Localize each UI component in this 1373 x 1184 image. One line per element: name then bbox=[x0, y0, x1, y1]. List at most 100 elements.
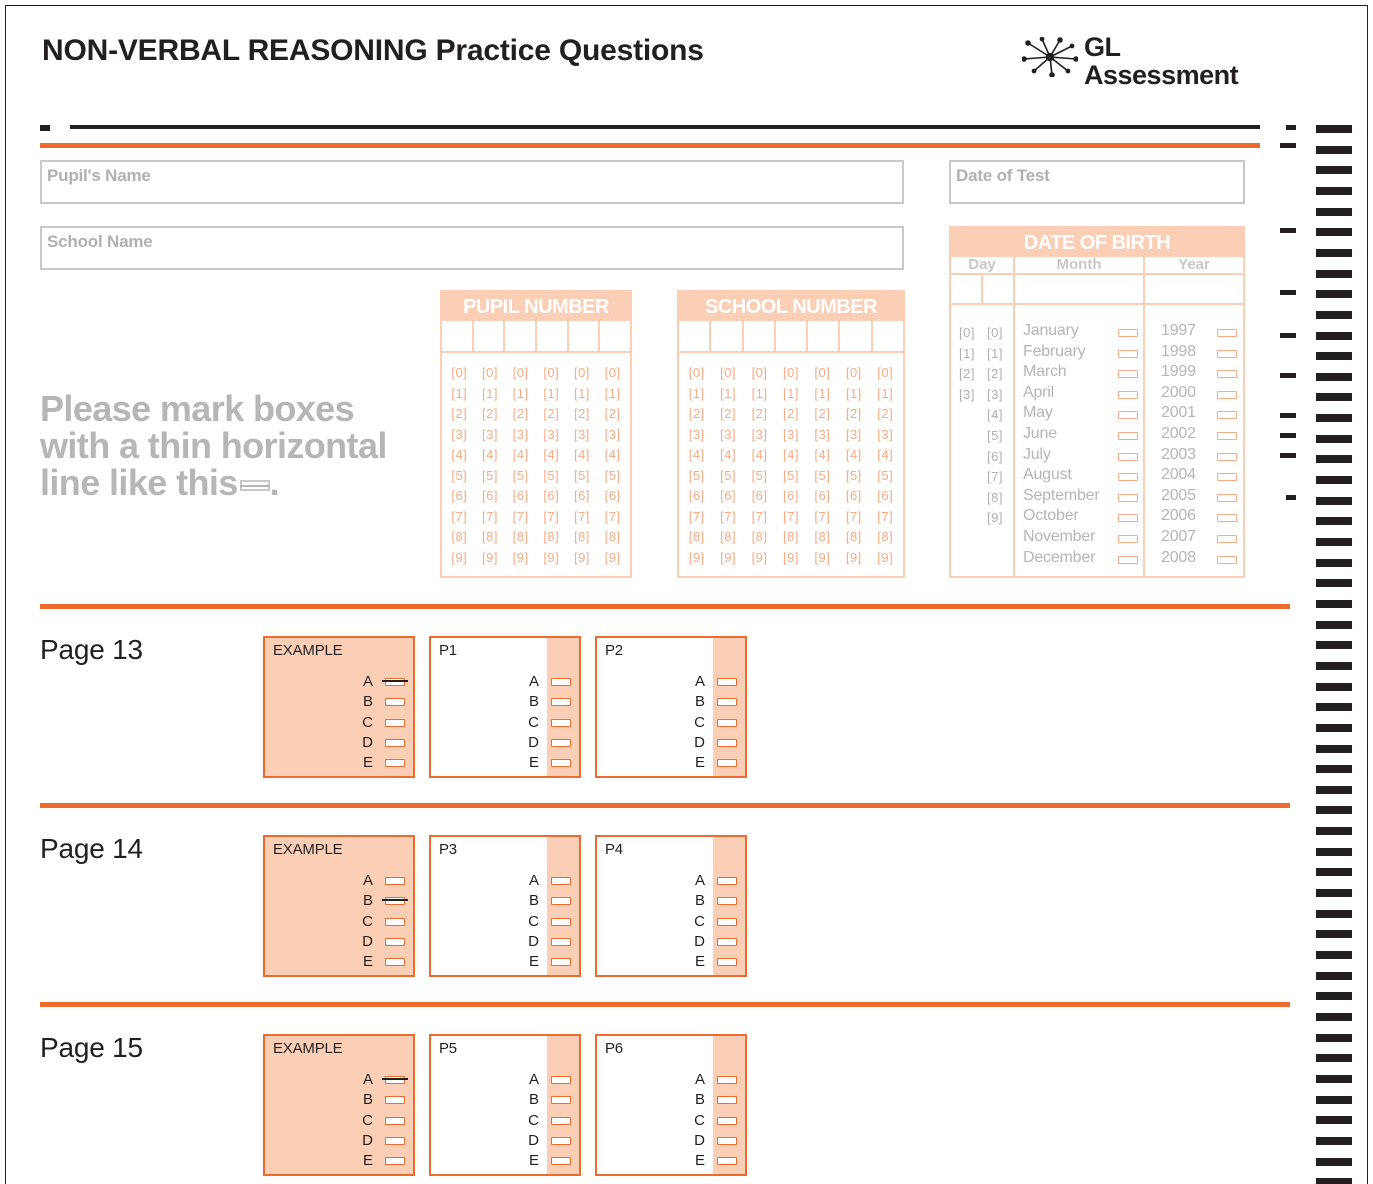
pupil-number-digit-box[interactable]: [9] bbox=[605, 548, 621, 569]
school-number-digit-box[interactable]: [8] bbox=[783, 527, 799, 548]
pupil-number-digit-box[interactable]: [9] bbox=[574, 548, 590, 569]
dob-day-units-box[interactable]: [1] bbox=[987, 346, 1003, 361]
pupil-number-digit-box[interactable]: [0] bbox=[605, 363, 621, 384]
pupil-number-digit-box[interactable]: [0] bbox=[451, 363, 467, 384]
answer-option-row[interactable]: E bbox=[265, 952, 413, 972]
pupil-number-digit-box[interactable]: [3] bbox=[574, 425, 590, 446]
answer-box[interactable] bbox=[551, 958, 571, 967]
answer-box[interactable] bbox=[551, 678, 571, 686]
dob-year-box[interactable] bbox=[1217, 493, 1237, 502]
answer-option-row[interactable]: D bbox=[431, 932, 579, 952]
school-number-digit-box[interactable]: [3] bbox=[877, 425, 893, 446]
answer-box[interactable] bbox=[717, 1116, 737, 1125]
answer-box[interactable] bbox=[385, 937, 405, 946]
school-number-digit-box[interactable]: [0] bbox=[720, 363, 736, 384]
school-number-digit-box[interactable]: [8] bbox=[689, 527, 705, 548]
dob-year-box[interactable] bbox=[1217, 432, 1237, 440]
answer-option-row[interactable]: A bbox=[597, 1070, 745, 1090]
answer-option-row[interactable]: B bbox=[265, 1090, 413, 1110]
dob-day-units-box[interactable]: [0] bbox=[987, 325, 1003, 340]
answer-option-row[interactable]: C bbox=[597, 713, 745, 733]
school-number-digit-box[interactable]: [1] bbox=[846, 384, 862, 405]
school-number-digit-box[interactable]: [9] bbox=[689, 548, 705, 569]
dob-month-box[interactable] bbox=[1118, 493, 1138, 502]
dob-year-box[interactable] bbox=[1217, 411, 1237, 420]
pupil-number-digit-box[interactable]: [1] bbox=[482, 384, 498, 405]
pupil-number-digit-box[interactable]: [2] bbox=[605, 404, 621, 425]
answer-box[interactable] bbox=[717, 1096, 737, 1105]
pupil-number-digit-box[interactable]: [6] bbox=[482, 486, 498, 507]
school-number-digit-box[interactable]: [7] bbox=[814, 507, 830, 528]
dob-year-box[interactable] bbox=[1217, 473, 1237, 482]
school-number-digit-box[interactable]: [8] bbox=[877, 527, 893, 548]
school-number-digit-box[interactable]: [1] bbox=[814, 384, 830, 405]
school-number-digit-box[interactable]: [4] bbox=[846, 445, 862, 466]
school-number-digit-box[interactable]: [9] bbox=[720, 548, 736, 569]
answer-option-row[interactable]: C bbox=[265, 1111, 413, 1131]
answer-box[interactable] bbox=[385, 1157, 405, 1166]
pupil-number-digit-box[interactable]: [2] bbox=[543, 404, 559, 425]
school-number-digit-box[interactable]: [9] bbox=[752, 548, 768, 569]
school-number-digit-box[interactable]: [7] bbox=[720, 507, 736, 528]
answer-option-row[interactable]: B bbox=[265, 692, 413, 712]
pupil-number-digit-box[interactable]: [1] bbox=[451, 384, 467, 405]
answer-option-row[interactable]: A bbox=[265, 672, 413, 692]
dob-day-units-box[interactable]: [4] bbox=[987, 407, 1003, 422]
marked-answer-box[interactable] bbox=[382, 897, 408, 906]
school-number-digit-box[interactable]: [9] bbox=[783, 548, 799, 569]
dob-year-box[interactable] bbox=[1217, 514, 1237, 523]
answer-box[interactable] bbox=[551, 698, 571, 707]
school-number-digit-box[interactable]: [1] bbox=[720, 384, 736, 405]
school-number-digit-box[interactable]: [4] bbox=[814, 445, 830, 466]
school-number-digit-box[interactable]: [2] bbox=[783, 404, 799, 425]
dob-month-box[interactable] bbox=[1118, 473, 1138, 482]
pupil-number-digit-box[interactable]: [8] bbox=[451, 527, 467, 548]
school-number-digit-box[interactable]: [2] bbox=[877, 404, 893, 425]
pupil-number-digit-box[interactable]: [9] bbox=[482, 548, 498, 569]
school-number-digit-box[interactable]: [0] bbox=[783, 363, 799, 384]
school-number-entry-cells[interactable] bbox=[679, 321, 903, 353]
pupil-number-digit-box[interactable]: [4] bbox=[451, 445, 467, 466]
answer-option-row[interactable]: D bbox=[265, 932, 413, 952]
school-number-digit-box[interactable]: [0] bbox=[689, 363, 705, 384]
pupil-number-digit-box[interactable]: [2] bbox=[513, 404, 529, 425]
dob-day-units-box[interactable]: [8] bbox=[987, 490, 1003, 505]
answer-option-row[interactable]: B bbox=[431, 692, 579, 712]
school-number-digit-box[interactable]: [7] bbox=[846, 507, 862, 528]
school-number-column[interactable]: [0] [1] [2] [3] [4] [5] [6] [7] [8] [9] bbox=[877, 363, 893, 568]
pupil-number-column[interactable]: [0] [1] [2] [3] [4] [5] [6] [7] [8] [9] bbox=[574, 363, 590, 568]
school-number-digit-box[interactable]: [5] bbox=[877, 466, 893, 487]
dob-day-units-box[interactable]: [6] bbox=[987, 449, 1003, 464]
pupil-number-column[interactable]: [0] [1] [2] [3] [4] [5] [6] [7] [8] [9] bbox=[482, 363, 498, 568]
answer-option-row[interactable]: B bbox=[431, 1090, 579, 1110]
school-number-digit-box[interactable]: [2] bbox=[720, 404, 736, 425]
answer-box[interactable] bbox=[717, 1076, 737, 1084]
school-number-digit-box[interactable]: [0] bbox=[877, 363, 893, 384]
answer-option-row[interactable]: D bbox=[597, 932, 745, 952]
dob-day-units-box[interactable]: [7] bbox=[987, 469, 1003, 484]
pupil-number-digit-box[interactable]: [3] bbox=[543, 425, 559, 446]
answer-option-row[interactable]: C bbox=[431, 1111, 579, 1131]
answer-box[interactable] bbox=[551, 1096, 571, 1105]
school-number-digit-box[interactable]: [5] bbox=[846, 466, 862, 487]
school-number-digit-box[interactable]: [6] bbox=[783, 486, 799, 507]
school-number-digit-box[interactable]: [0] bbox=[752, 363, 768, 384]
pupil-number-digit-box[interactable]: [3] bbox=[513, 425, 529, 446]
answer-box[interactable] bbox=[551, 1116, 571, 1125]
answer-option-row[interactable]: A bbox=[431, 672, 579, 692]
answer-box[interactable] bbox=[385, 698, 405, 707]
pupil-number-digit-box[interactable]: [9] bbox=[543, 548, 559, 569]
pupil-number-digit-box[interactable]: [7] bbox=[451, 507, 467, 528]
answer-option-row[interactable]: E bbox=[265, 1151, 413, 1171]
pupil-number-digit-box[interactable]: [7] bbox=[574, 507, 590, 528]
school-number-digit-box[interactable]: [7] bbox=[689, 507, 705, 528]
dob-year-box[interactable] bbox=[1217, 452, 1237, 461]
school-number-digit-box[interactable]: [6] bbox=[877, 486, 893, 507]
dob-month-box[interactable] bbox=[1118, 411, 1138, 420]
pupil-number-digit-box[interactable]: [7] bbox=[605, 507, 621, 528]
pupil-number-column[interactable]: [0] [1] [2] [3] [4] [5] [6] [7] [8] [9] bbox=[543, 363, 559, 568]
answer-option-row[interactable]: E bbox=[597, 1151, 745, 1171]
pupil-number-digit-box[interactable]: [0] bbox=[513, 363, 529, 384]
answer-box[interactable] bbox=[385, 738, 405, 747]
answer-box[interactable] bbox=[717, 738, 737, 747]
